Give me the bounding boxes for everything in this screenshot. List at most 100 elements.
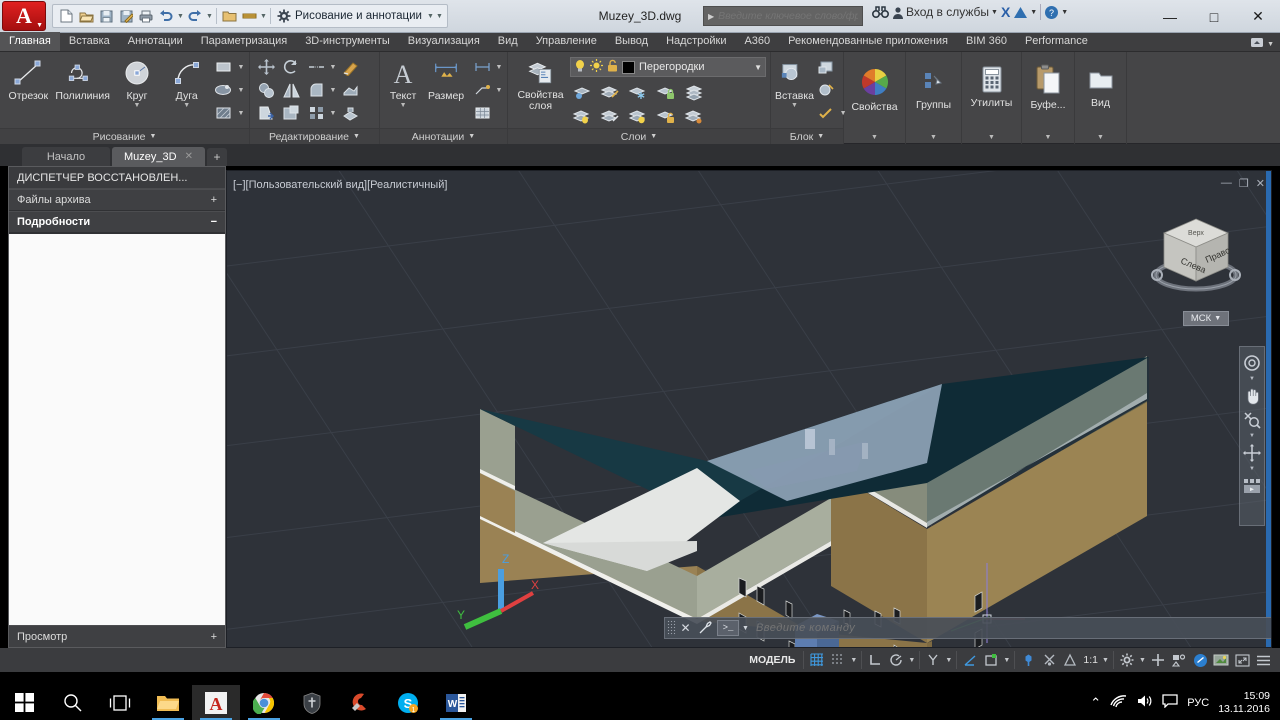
ribbon-tab-insert[interactable]: Вставка [60, 32, 119, 51]
chevron-down-icon[interactable]: ▼ [754, 63, 762, 72]
minimize-button[interactable]: — [1148, 0, 1192, 33]
array-icon[interactable] [304, 102, 328, 124]
orbit-caret[interactable]: ▼ [1249, 466, 1255, 473]
snap-settings-caret[interactable]: ▼ [849, 657, 858, 664]
ucs-selector[interactable]: МСК ▼ [1183, 311, 1229, 326]
search-icon[interactable] [48, 685, 96, 720]
viewport-close-button[interactable]: ✕ [1256, 177, 1265, 190]
word-icon[interactable]: W [432, 685, 480, 720]
layer-unlock-icon[interactable] [654, 105, 678, 127]
lightbulb-icon[interactable] [574, 59, 586, 76]
ribbon-tab-view[interactable]: Вид [489, 32, 527, 51]
layer-on-icon[interactable] [570, 105, 594, 127]
command-line-close-icon[interactable]: ✕ [676, 618, 695, 638]
properties-panel-expand[interactable]: ▼ [844, 130, 905, 144]
insert-block-button[interactable]: Вставка ▼ [775, 55, 814, 109]
fullscreen-toggle[interactable] [1232, 651, 1252, 669]
dim-style-caret[interactable]: ▼ [495, 64, 503, 71]
close-icon[interactable]: ✕ [185, 151, 193, 162]
properties-button[interactable]: Свойства [849, 62, 901, 113]
selection-cycling-toggle[interactable] [1039, 651, 1059, 669]
trim-caret[interactable]: ▼ [329, 64, 337, 71]
building-3d-model[interactable] [227, 171, 1272, 648]
file-tab-muzey3d[interactable]: Muzey_3D ✕ [112, 147, 205, 166]
search-input[interactable] [718, 10, 859, 22]
view-button[interactable]: Вид [1079, 62, 1122, 109]
layer-freeze-icon[interactable] [626, 81, 650, 103]
a360-caret[interactable]: ▼ [1030, 9, 1037, 16]
create-block-icon[interactable] [814, 56, 838, 78]
layer-previous-icon[interactable] [682, 105, 706, 127]
ribbon-tab-visualize[interactable]: Визуализация [399, 32, 489, 51]
scale-icon[interactable] [279, 102, 303, 124]
save-icon[interactable] [96, 6, 116, 26]
panel-title-annotation[interactable]: Аннотации ▼ [380, 128, 507, 144]
layer-merge-icon[interactable] [682, 81, 706, 103]
chevron-down-icon[interactable]: ▼ [468, 133, 475, 140]
viewport-label[interactable]: [−][Пользовательский вид][Реалистичный] [233, 179, 447, 191]
drawing-viewport[interactable]: [−][Пользовательский вид][Реалистичный] … [226, 170, 1272, 648]
layer-match-icon[interactable] [598, 105, 622, 127]
autodesk-a360-icon[interactable]: ▼ [1013, 6, 1037, 19]
clean-screen-toggle[interactable] [1211, 651, 1231, 669]
help-search-box[interactable]: ▶ [703, 6, 863, 26]
exchange-apps-icon[interactable]: X [1001, 4, 1010, 20]
ribbon-tab-output[interactable]: Вывод [606, 32, 657, 51]
viewcube[interactable]: Слева Право Верх [1149, 205, 1243, 305]
orbit-icon[interactable] [1241, 442, 1263, 464]
palette-section-preview[interactable]: Просмотр + [9, 625, 225, 647]
qat-overflow-caret[interactable]: ▼ [435, 13, 444, 20]
palette-section-details[interactable]: Подробности − [9, 211, 225, 233]
viewport-scrollbar[interactable] [1266, 171, 1271, 647]
undo-dropdown-caret[interactable]: ▼ [176, 13, 185, 20]
panel-title-draw[interactable]: Рисование ▼ [0, 128, 249, 144]
edit-block-icon[interactable] [814, 79, 838, 101]
ribbon-tab-addins[interactable]: Надстройки [657, 32, 735, 51]
ribbon-tab-annotate[interactable]: Аннотации [119, 32, 192, 51]
utilities-panel-expand[interactable]: ▼ [962, 130, 1021, 144]
chevron-down-icon[interactable]: ▼ [817, 133, 824, 140]
hardware-accel-toggle[interactable] [1190, 651, 1210, 669]
new-file-icon[interactable] [56, 6, 76, 26]
match-properties-icon[interactable] [239, 6, 259, 26]
clipboard-panel-expand[interactable]: ▼ [1022, 130, 1074, 144]
ellipse-icon[interactable] [212, 79, 236, 101]
leader-caret[interactable]: ▼ [495, 87, 503, 94]
ribbon-tab-manage[interactable]: Управление [527, 32, 606, 51]
sheet-set-icon[interactable] [219, 6, 239, 26]
chevron-down-icon[interactable]: ▼ [650, 133, 657, 140]
chrome-icon[interactable] [240, 685, 288, 720]
maximize-button[interactable]: □ [1192, 0, 1236, 33]
command-input[interactable] [755, 622, 1271, 634]
draw-arc-button[interactable]: Дуга ▼ [162, 55, 211, 109]
osnap-settings-caret[interactable]: ▼ [944, 657, 953, 664]
palette-section-archive-files[interactable]: Файлы архива + [9, 189, 225, 211]
application-menu-button[interactable]: A ▼ [2, 1, 46, 31]
workspace-switcher[interactable]: Рисование и аннотации [273, 5, 426, 27]
draw-polyline-button[interactable]: Полилиния [54, 55, 112, 102]
layer-thaw-icon[interactable] [626, 105, 650, 127]
panel-title-block[interactable]: Блок ▼ [771, 128, 843, 144]
layer-properties-button[interactable]: Свойства слоя [512, 55, 569, 112]
rotate-icon[interactable] [279, 56, 303, 78]
match-properties-caret[interactable]: ▼ [259, 13, 268, 20]
save-as-icon[interactable] [116, 6, 136, 26]
file-tab-start[interactable]: Начало [22, 147, 110, 166]
layer-isolate-icon[interactable] [570, 81, 594, 103]
new-file-tab-button[interactable]: + [206, 148, 227, 166]
annotation-scale-label[interactable]: 1:1 [1081, 654, 1100, 666]
viewport-minimize-button[interactable]: — [1221, 177, 1232, 190]
annotation-settings-button[interactable] [1117, 651, 1137, 669]
draw-arc-caret[interactable]: ▼ [183, 102, 190, 109]
layer-change-icon[interactable] [598, 81, 622, 103]
table-icon[interactable] [470, 102, 494, 124]
fillet-caret[interactable]: ▼ [329, 87, 337, 94]
chevron-down-icon[interactable]: ▼ [149, 133, 156, 140]
annotation-dimension-button[interactable]: Размер [423, 55, 469, 102]
ribbon-display-icon[interactable] [1250, 37, 1264, 51]
osnap-tracking-toggle[interactable] [960, 651, 980, 669]
steering-wheel-icon[interactable] [1241, 352, 1263, 374]
wifi-icon[interactable] [1110, 694, 1127, 711]
ribbon-tab-3dtools[interactable]: 3D-инструменты [296, 32, 399, 51]
sun-icon[interactable] [590, 59, 603, 75]
